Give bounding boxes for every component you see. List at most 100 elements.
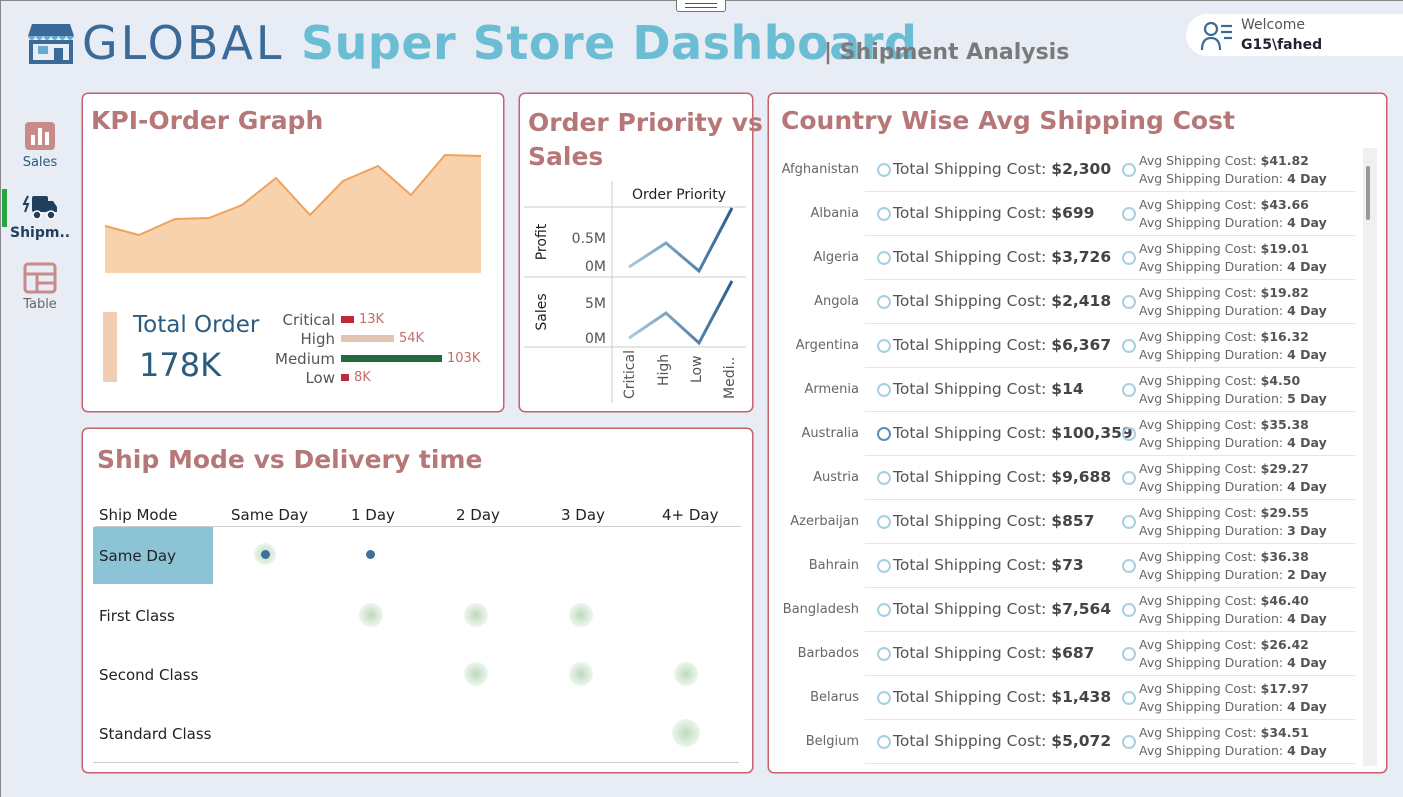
user-welcome-box[interactable]: Welcome G15\fahed — [1186, 14, 1403, 56]
avg-cost-marker-icon[interactable] — [1122, 559, 1136, 573]
total-cost-marker-icon[interactable] — [877, 735, 891, 749]
total-cost-marker-icon[interactable] — [877, 251, 891, 265]
nav-item-shipment[interactable]: Shipm.. — [10, 192, 70, 241]
country-row[interactable]: Barbados Total Shipping Cost: $687 Avg Shi… — [769, 632, 1359, 676]
total-shipping-cost: Total Shipping Cost: $6,367 — [893, 336, 1111, 354]
delivery-dot[interactable] — [464, 603, 488, 627]
priority-row-medium[interactable]: Medium 103K — [253, 350, 483, 369]
priority-row-critical[interactable]: Critical 13K — [253, 311, 483, 330]
avg-cost-value: $16.32 — [1260, 329, 1309, 344]
avg-cost-marker-icon[interactable] — [1122, 427, 1136, 441]
avg-cost-marker-icon[interactable] — [1122, 339, 1136, 353]
ship-mode-row[interactable]: Second Class — [99, 666, 198, 684]
delivery-dot[interactable] — [569, 662, 593, 686]
delivery-dot[interactable] — [464, 662, 488, 686]
total-cost-marker-icon[interactable] — [877, 691, 891, 705]
country-row[interactable]: Argentina Total Shipping Cost: $6,367 Avg … — [769, 324, 1359, 368]
total-cost-label: Total Shipping Cost: — [893, 732, 1047, 750]
total-cost-label: Total Shipping Cost: — [893, 336, 1047, 354]
avg-cost-marker-icon[interactable] — [1122, 691, 1136, 705]
country-name: Angola — [814, 294, 859, 309]
avg-cost-marker-icon[interactable] — [1122, 735, 1136, 749]
nav-item-table[interactable]: Table — [10, 262, 70, 312]
country-name: Armenia — [804, 382, 860, 397]
total-cost-marker-icon[interactable] — [877, 647, 891, 661]
country-row[interactable]: Azerbaijan Total Shipping Cost: $857 Avg S… — [769, 500, 1359, 544]
store-logo-icon — [28, 24, 74, 64]
avg-cost-value: $26.42 — [1260, 637, 1309, 652]
delivery-dot[interactable] — [674, 662, 698, 686]
avg-cost-marker-icon[interactable] — [1122, 295, 1136, 309]
country-row[interactable]: Belgium Total Shipping Cost: $5,072 Avg Sh… — [769, 720, 1359, 764]
priority-row-low[interactable]: Low 8K — [253, 369, 483, 388]
table-bottom-line — [93, 762, 739, 763]
country-list[interactable]: Afghanistan Total Shipping Cost: $2,300 Av… — [769, 148, 1359, 768]
category-label: Low — [689, 355, 705, 383]
avg-shipping-info: Avg Shipping Cost: $19.82 Avg Shipping Du… — [1139, 284, 1327, 320]
delivery-dot[interactable] — [672, 719, 700, 747]
scrollbar-thumb[interactable] — [1366, 166, 1370, 220]
avg-cost-marker-icon[interactable] — [1122, 383, 1136, 397]
country-row[interactable]: Bahrain Total Shipping Cost: $73 Avg Shipp… — [769, 544, 1359, 588]
avg-shipping-info: Avg Shipping Cost: $29.27 Avg Shipping Du… — [1139, 460, 1327, 496]
avg-cost-marker-icon[interactable] — [1122, 515, 1136, 529]
avg-duration-line: Avg Shipping Duration: 4 Day — [1139, 302, 1327, 320]
total-cost-marker-icon[interactable] — [877, 295, 891, 309]
total-cost-marker-icon[interactable] — [877, 427, 891, 441]
total-cost-marker-icon[interactable] — [877, 207, 891, 221]
avg-cost-marker-icon[interactable] — [1122, 471, 1136, 485]
country-row[interactable]: Armenia Total Shipping Cost: $14 Avg Shipp… — [769, 368, 1359, 412]
delivery-dot[interactable] — [366, 550, 375, 559]
ship-mode-card: Ship Mode vs Delivery time Ship Mode Sam… — [82, 428, 753, 773]
ship-mode-row[interactable]: Same Day — [99, 547, 176, 565]
total-cost-marker-icon[interactable] — [877, 603, 891, 617]
ship-mode-row[interactable]: First Class — [99, 607, 175, 625]
total-shipping-cost: Total Shipping Cost: $100,359 — [893, 424, 1133, 442]
nav-item-sales[interactable]: Sales — [10, 120, 70, 170]
avg-cost-label: Avg Shipping Cost: — [1139, 505, 1257, 520]
avg-duration-label: Avg Shipping Duration: — [1139, 611, 1284, 626]
country-row[interactable]: Algeria Total Shipping Cost: $3,726 Avg Sh… — [769, 236, 1359, 280]
avg-cost-marker-icon[interactable] — [1122, 163, 1136, 177]
avg-cost-label: Avg Shipping Cost: — [1139, 241, 1257, 256]
order-priority-chart[interactable]: Order Priority Profit 0.5M 0M Sales 5M 0… — [524, 181, 752, 406]
total-cost-marker-icon[interactable] — [877, 339, 891, 353]
avg-cost-marker-icon[interactable] — [1122, 251, 1136, 265]
priority-label: Critical — [282, 311, 335, 329]
total-cost-marker-icon[interactable] — [877, 515, 891, 529]
ship-mode-row[interactable]: Standard Class — [99, 725, 211, 743]
country-row[interactable]: Belarus Total Shipping Cost: $1,438 Avg Sh… — [769, 676, 1359, 720]
avg-duration-label: Avg Shipping Duration: — [1139, 655, 1284, 670]
total-cost-marker-icon[interactable] — [877, 559, 891, 573]
avg-cost-label: Avg Shipping Cost: — [1139, 197, 1257, 212]
avg-duration-line: Avg Shipping Duration: 5 Day — [1139, 390, 1327, 408]
total-cost-label: Total Shipping Cost: — [893, 556, 1047, 574]
avg-cost-marker-icon[interactable] — [1122, 603, 1136, 617]
priority-row-high[interactable]: High 54K — [253, 330, 483, 349]
avg-cost-line: Avg Shipping Cost: $4.50 — [1139, 372, 1327, 390]
avg-duration-label: Avg Shipping Duration: — [1139, 567, 1284, 582]
total-cost-marker-icon[interactable] — [877, 163, 891, 177]
avg-cost-marker-icon[interactable] — [1122, 207, 1136, 221]
country-row[interactable]: Afghanistan Total Shipping Cost: $2,300 Av… — [769, 148, 1359, 192]
kpi-area-chart[interactable] — [103, 149, 483, 279]
ship-mode-title: Ship Mode vs Delivery time — [97, 445, 483, 474]
order-priority-title-line1: Order Priority vs — [528, 108, 763, 137]
scrollbar-track[interactable] — [1363, 148, 1377, 766]
country-row[interactable]: Bangladesh Total Shipping Cost: $7,564 Avg… — [769, 588, 1359, 632]
delivery-dot[interactable] — [261, 550, 270, 559]
country-row[interactable]: Austria Total Shipping Cost: $9,688 Avg Sh… — [769, 456, 1359, 500]
delivery-dot[interactable] — [359, 603, 383, 627]
avg-duration-value: 4 Day — [1287, 171, 1327, 186]
avg-cost-marker-icon[interactable] — [1122, 647, 1136, 661]
user-name: G15\fahed — [1241, 37, 1323, 53]
country-row[interactable]: Australia Total Shipping Cost: $100,359 Av… — [769, 412, 1359, 456]
priority-label: High — [300, 330, 335, 348]
country-row[interactable]: Angola Total Shipping Cost: $2,418 Avg Shi… — [769, 280, 1359, 324]
total-cost-marker-icon[interactable] — [877, 383, 891, 397]
avg-duration-line: Avg Shipping Duration: 4 Day — [1139, 478, 1327, 496]
delivery-dot[interactable] — [569, 603, 593, 627]
top-drag-handle[interactable] — [676, 0, 726, 12]
total-cost-marker-icon[interactable] — [877, 471, 891, 485]
country-row[interactable]: Albania Total Shipping Cost: $699 Avg Ship… — [769, 192, 1359, 236]
